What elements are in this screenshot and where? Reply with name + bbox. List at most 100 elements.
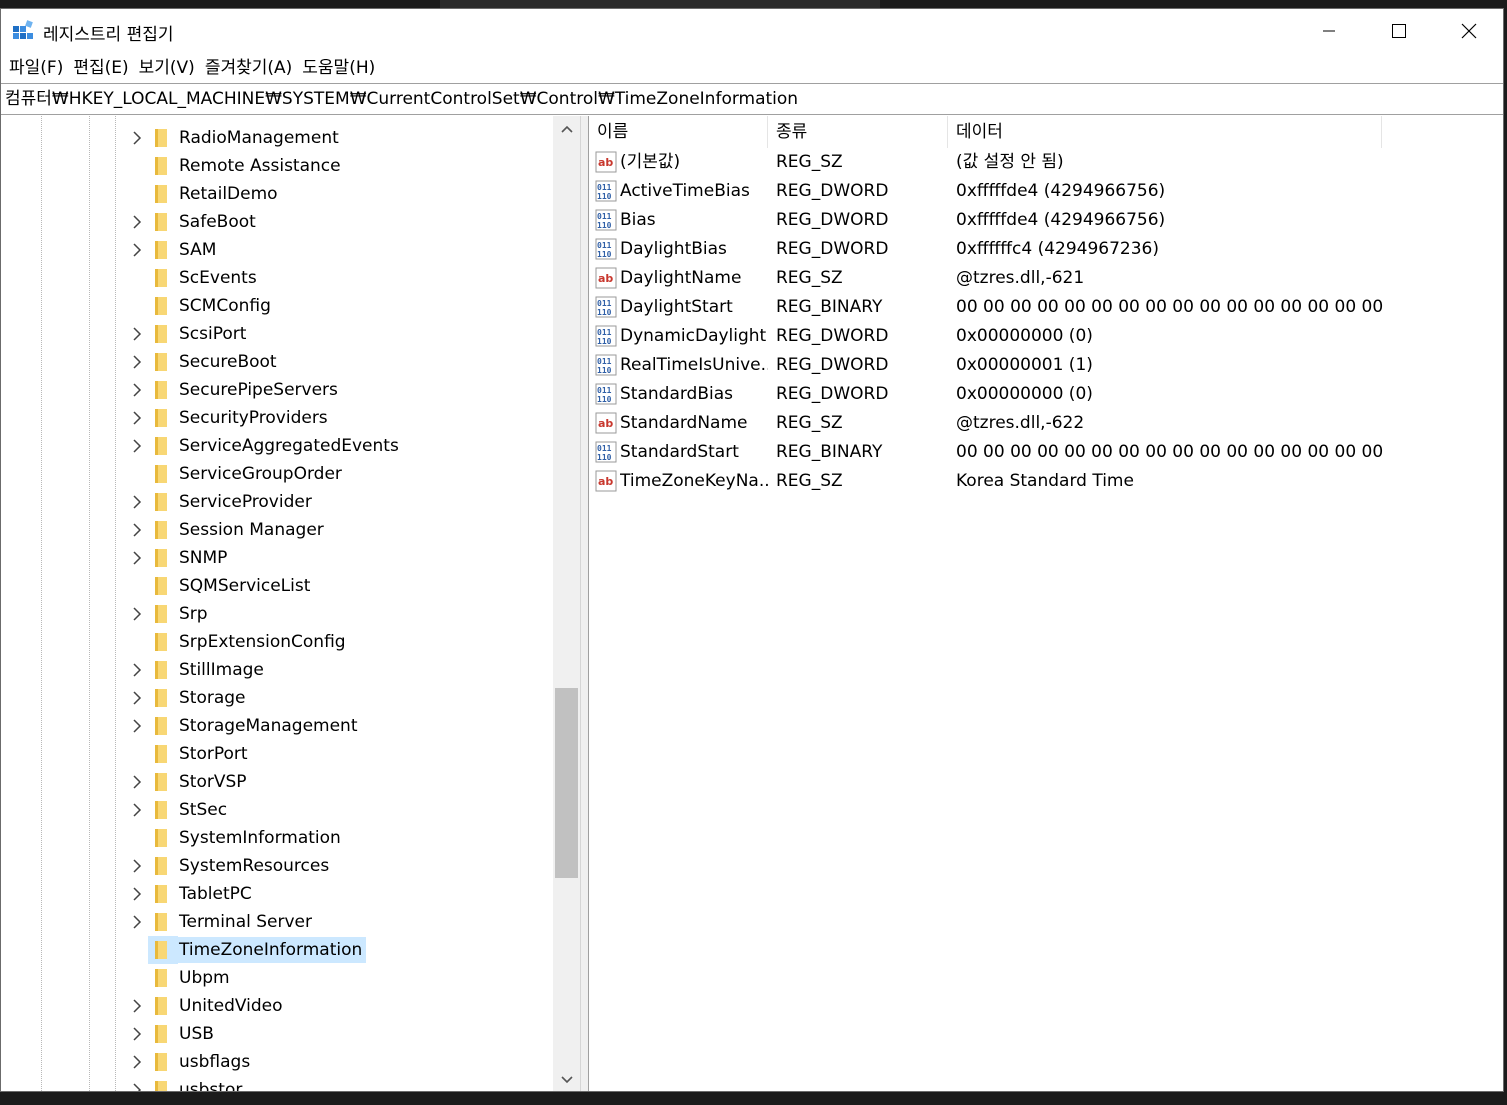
chevron-right-icon[interactable]: [129, 1052, 145, 1072]
value-row[interactable]: ab DaylightName REG_SZ @tzres.dll,-621: [589, 264, 1503, 293]
tree-node[interactable]: usbflags: [1, 1048, 553, 1076]
tree-node[interactable]: StorageManagement: [1, 712, 553, 740]
chevron-right-icon[interactable]: [129, 436, 145, 456]
tree-node[interactable]: SrpExtensionConfig: [1, 628, 553, 656]
key-tree-pane[interactable]: RadioManagement Remote Assistance RetailDe…: [1, 116, 580, 1092]
tree-node[interactable]: UnitedVideo: [1, 992, 553, 1020]
tree-node[interactable]: RetailDemo: [1, 180, 553, 208]
menu-favorites[interactable]: 즐겨찾기(A): [200, 55, 297, 81]
scroll-up-button[interactable]: [553, 116, 580, 142]
value-data: 0x00000000 (0): [956, 326, 1093, 346]
tree-node[interactable]: SQMServiceList: [1, 572, 553, 600]
menu-file[interactable]: 파일(F): [4, 55, 68, 81]
pane-splitter[interactable]: [580, 116, 589, 1091]
tree-node[interactable]: ServiceAggregatedEvents: [1, 432, 553, 460]
tree-node[interactable]: StillImage: [1, 656, 553, 684]
chevron-right-icon[interactable]: [129, 800, 145, 820]
value-row[interactable]: ab (기본값) REG_SZ (값 설정 안 됨): [589, 148, 1503, 177]
menu-edit[interactable]: 편집(E): [68, 55, 133, 81]
tree-node[interactable]: SecurityProviders: [1, 404, 553, 432]
tree-node[interactable]: StorVSP: [1, 768, 553, 796]
menu-help[interactable]: 도움말(H): [297, 55, 380, 81]
tree-node[interactable]: SNMP: [1, 544, 553, 572]
tree-node[interactable]: SCMConfig: [1, 292, 553, 320]
tree-node[interactable]: TimeZoneInformation: [1, 936, 553, 964]
chevron-right-icon[interactable]: [129, 688, 145, 708]
tree-node[interactable]: Storage: [1, 684, 553, 712]
tree-node[interactable]: usbstor: [1, 1076, 553, 1092]
value-data: @tzres.dll,-622: [956, 413, 1085, 433]
chevron-right-icon[interactable]: [129, 352, 145, 372]
tree-scrollbar[interactable]: [553, 116, 580, 1091]
tree-node[interactable]: SecurePipeServers: [1, 376, 553, 404]
column-header-name[interactable]: 이름: [589, 116, 768, 148]
chevron-right-icon[interactable]: [129, 1024, 145, 1044]
chevron-right-icon[interactable]: [129, 492, 145, 512]
scroll-thumb[interactable]: [555, 688, 578, 878]
tree-node[interactable]: StorPort: [1, 740, 553, 768]
maximize-button[interactable]: [1364, 9, 1434, 53]
chevron-right-icon[interactable]: [129, 604, 145, 624]
tree-node[interactable]: SystemResources: [1, 852, 553, 880]
tree-node[interactable]: SafeBoot: [1, 208, 553, 236]
values-list-pane[interactable]: 이름 종류 데이터 ab (기본값) REG_SZ (값 설정 안 됨) 011 110 A…: [589, 116, 1503, 1091]
tree-node[interactable]: SecureBoot: [1, 348, 553, 376]
chevron-right-icon[interactable]: [129, 408, 145, 428]
chevron-right-icon[interactable]: [129, 324, 145, 344]
tree-node-label: usbstor: [179, 1080, 243, 1092]
address-bar[interactable]: 컴퓨터₩HKEY_LOCAL_MACHINE₩SYSTEM₩CurrentCon…: [1, 83, 1503, 115]
tree-node-label: StorVSP: [179, 772, 247, 792]
tree-node[interactable]: SystemInformation: [1, 824, 553, 852]
close-button[interactable]: [1434, 9, 1503, 53]
chevron-right-icon[interactable]: [129, 520, 145, 540]
chevron-right-icon[interactable]: [129, 996, 145, 1016]
chevron-right-icon[interactable]: [129, 1080, 145, 1091]
chevron-right-icon[interactable]: [129, 660, 145, 680]
folder-icon: [154, 1080, 168, 1091]
column-header-type[interactable]: 종류: [768, 116, 948, 148]
column-header-data[interactable]: 데이터: [948, 116, 1382, 148]
value-row[interactable]: ab TimeZoneKeyNa... REG_SZ Korea Standard T…: [589, 467, 1503, 496]
chevron-right-icon[interactable]: [129, 240, 145, 260]
value-row[interactable]: 011 110 StandardBias REG_DWORD 0x00000000 (0…: [589, 380, 1503, 409]
chevron-right-icon[interactable]: [129, 212, 145, 232]
tree-node-label: TimeZoneInformation: [175, 937, 367, 963]
tree-node[interactable]: ScEvents: [1, 264, 553, 292]
tree-node[interactable]: RadioManagement: [1, 124, 553, 152]
tree-node[interactable]: SAM: [1, 236, 553, 264]
tree-node[interactable]: TabletPC: [1, 880, 553, 908]
tree-node-label: SafeBoot: [179, 212, 256, 232]
chevron-right-icon[interactable]: [129, 884, 145, 904]
chevron-right-icon[interactable]: [129, 716, 145, 736]
chevron-right-icon[interactable]: [129, 772, 145, 792]
tree-node[interactable]: ServiceProvider: [1, 488, 553, 516]
chevron-right-icon[interactable]: [129, 912, 145, 932]
binary-value-icon: 011 110: [595, 209, 617, 231]
tree-node[interactable]: ServiceGroupOrder: [1, 460, 553, 488]
value-row[interactable]: 011 110 DaylightBias REG_DWORD 0xffffffc4 (4…: [589, 235, 1503, 264]
value-row[interactable]: 011 110 DynamicDaylight... REG_DWORD 0x00000…: [589, 322, 1503, 351]
minimize-button[interactable]: [1294, 9, 1364, 53]
chevron-right-icon[interactable]: [129, 128, 145, 148]
svg-text:110: 110: [597, 308, 612, 317]
tree-node[interactable]: Srp: [1, 600, 553, 628]
value-row[interactable]: 011 110 DaylightStart REG_BINARY 00 00 00 00…: [589, 293, 1503, 322]
value-row[interactable]: 011 110 ActiveTimeBias REG_DWORD 0xfffffde4 …: [589, 177, 1503, 206]
value-row[interactable]: 011 110 RealTimeIsUnive... REG_DWORD 0x00000…: [589, 351, 1503, 380]
tree-node[interactable]: Session Manager: [1, 516, 553, 544]
tree-node[interactable]: USB: [1, 1020, 553, 1048]
tree-node[interactable]: Terminal Server: [1, 908, 553, 936]
menu-view[interactable]: 보기(V): [134, 55, 200, 81]
value-row[interactable]: 011 110 Bias REG_DWORD 0xfffffde4 (429496675…: [589, 206, 1503, 235]
scroll-down-button[interactable]: [553, 1067, 580, 1091]
chevron-right-icon[interactable]: [129, 548, 145, 568]
chevron-right-icon[interactable]: [129, 856, 145, 876]
tree-node[interactable]: Remote Assistance: [1, 152, 553, 180]
chevron-right-icon[interactable]: [129, 380, 145, 400]
value-row[interactable]: 011 110 StandardStart REG_BINARY 00 00 00 00…: [589, 438, 1503, 467]
title-bar[interactable]: 레지스트리 편집기: [1, 9, 1503, 53]
tree-node[interactable]: StSec: [1, 796, 553, 824]
value-row[interactable]: ab StandardName REG_SZ @tzres.dll,-622: [589, 409, 1503, 438]
tree-node[interactable]: Ubpm: [1, 964, 553, 992]
tree-node[interactable]: ScsiPort: [1, 320, 553, 348]
